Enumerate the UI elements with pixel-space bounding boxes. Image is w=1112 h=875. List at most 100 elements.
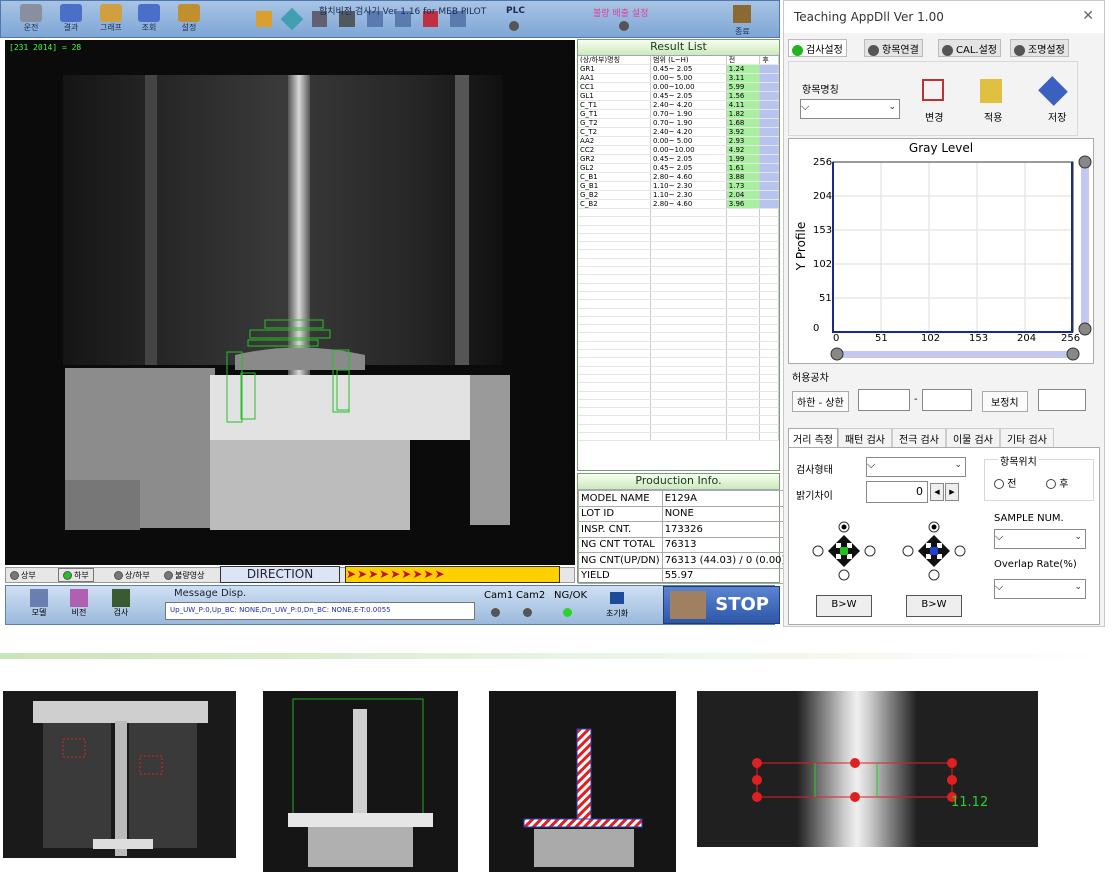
inspect-button[interactable]: 검사 [106, 589, 136, 618]
subtab-other[interactable]: 기타 검사 [999, 428, 1054, 449]
empty-cell [726, 332, 761, 342]
save-label[interactable]: 저장 [1048, 109, 1066, 124]
empty-cell [650, 366, 727, 375]
table-row[interactable]: GL2 0.45~ 2.05 1.61 [578, 163, 779, 173]
change-label[interactable]: 변경 [925, 109, 943, 124]
reset-label[interactable]: 초기화 [606, 608, 628, 619]
slider-right-handle[interactable] [1066, 347, 1080, 361]
vertical-slider-track[interactable] [1081, 164, 1089, 332]
run-icon [20, 4, 42, 22]
slider-bottom-handle[interactable] [1078, 322, 1092, 336]
ng-setting-label[interactable]: 불량 배출 설정 [593, 6, 648, 19]
vision-label: 비전 [71, 608, 87, 617]
cam2-label: Cam2 [516, 590, 546, 601]
tab-cal-settings[interactable]: CAL.설정 [938, 39, 1001, 57]
table-row[interactable]: G_T1 0.70~ 1.90 1.82 [578, 109, 779, 119]
table-row[interactable]: C_B1 2.80~ 4.60 3.88 [578, 172, 779, 182]
tab-item-link[interactable]: 항목연결 [864, 39, 923, 57]
table-row[interactable]: CC2 0.00~10.00 4.92 [578, 145, 779, 155]
table-row[interactable]: GL1 0.45~ 2.05 1.56 [578, 91, 779, 101]
slider-top-handle[interactable] [1078, 155, 1092, 169]
apply-icon[interactable] [980, 79, 1002, 103]
apply-label[interactable]: 적용 [984, 109, 1002, 124]
table-row[interactable]: C_T1 2.40~ 4.20 4.11 [578, 100, 779, 110]
chevron-down-icon: ⌄ [954, 460, 962, 470]
empty-cell [759, 266, 779, 276]
view-option-bottom[interactable]: 하부 [58, 568, 94, 582]
tab-label: 검사설정 [806, 45, 843, 56]
diamond-icon[interactable] [280, 7, 303, 31]
direction-pad-1[interactable] [812, 519, 876, 581]
folder-icon[interactable] [256, 11, 272, 27]
table-row[interactable]: GR2 0.45~ 2.05 1.99 [578, 154, 779, 164]
inspect-type-label: 검사형태 [796, 465, 833, 476]
search-button[interactable]: 조회 [129, 4, 169, 36]
range-cell: 2.40~ 4.20 [650, 127, 727, 137]
lower-limit-input[interactable] [858, 389, 910, 411]
direction-pad-2[interactable] [902, 519, 966, 581]
empty-row [578, 274, 779, 284]
increment-button[interactable]: ▶ [945, 483, 959, 501]
view-option-both[interactable]: 상/하부 [114, 570, 150, 581]
front-value-cell: 1.68 [726, 118, 761, 128]
production-value: 55.97 [661, 567, 789, 584]
exit-icon[interactable] [733, 5, 751, 23]
pos-front-radio[interactable]: 전 [994, 475, 1016, 490]
table-row[interactable]: C_T2 2.40~ 4.20 3.92 [578, 127, 779, 137]
reset-icon[interactable] [610, 592, 624, 604]
table-row[interactable]: AA2 0.00~ 5.00 2.93 [578, 136, 779, 146]
item-name-cell: G_B2 [578, 190, 652, 200]
item-name-select[interactable]: ⌄ [800, 99, 900, 119]
table-row[interactable]: G_T2 0.70~ 1.90 1.68 [578, 118, 779, 128]
subtab-foreign[interactable]: 이물 검사 [945, 428, 1000, 449]
upper-limit-input[interactable] [922, 389, 972, 411]
settings-button[interactable]: 설정 [169, 4, 209, 36]
direction-label: DIRECTION [220, 566, 340, 583]
run-button[interactable]: 운전 [11, 4, 51, 36]
vision-button[interactable]: 비전 [64, 589, 94, 618]
table-row[interactable]: GR1 0.45~ 2.05 1.24 [578, 64, 779, 74]
thumbnail-image [523, 728, 643, 867]
stop-button[interactable]: STOP [663, 586, 780, 624]
empty-cell [578, 332, 652, 342]
change-icon[interactable] [922, 79, 944, 101]
table-row[interactable]: C_B2 2.80~ 4.60 3.96 [578, 199, 779, 209]
table-row[interactable]: CC1 0.00~10.00 5.99 [578, 82, 779, 92]
empty-row [578, 332, 779, 342]
table-row[interactable]: G_B2 1.10~ 2.30 2.04 [578, 190, 779, 200]
pos-back-radio[interactable]: 후 [1046, 475, 1068, 490]
brightness-input[interactable]: 0 [866, 481, 928, 503]
table-row[interactable]: G_B1 1.10~ 2.30 1.73 [578, 181, 779, 191]
tab-inspect-settings[interactable]: 검사설정 [788, 39, 847, 57]
empty-cell [726, 324, 761, 334]
result-button[interactable]: 결과 [51, 4, 91, 36]
tab-light-settings[interactable]: 조명설정 [1010, 39, 1069, 57]
model-button[interactable]: 모델 [24, 589, 54, 618]
back-value-cell [759, 199, 779, 209]
slider-left-handle[interactable] [830, 347, 844, 361]
decrement-button[interactable]: ◀ [930, 483, 944, 501]
bw-button-1[interactable]: B>W [816, 595, 872, 617]
camera-view[interactable]: [231 2014] = 28 [5, 40, 575, 565]
exit-label[interactable]: 종료 [735, 26, 750, 37]
graph-button[interactable]: 그래프 [91, 4, 131, 36]
empty-cell [726, 415, 761, 425]
production-value: 76313 (44.03) / 0 (0.00) [661, 552, 789, 569]
empty-cell [726, 266, 761, 276]
horizontal-slider-track[interactable] [837, 351, 1073, 358]
close-icon[interactable]: ✕ [1082, 8, 1094, 24]
view-option-top[interactable]: 상부 [10, 570, 36, 581]
sample-num-select[interactable]: ⌄ [994, 529, 1086, 549]
overlap-select[interactable]: ⌄ [994, 579, 1086, 599]
table-row[interactable]: AA1 0.00~ 5.00 3.11 [578, 73, 779, 83]
subtab-distance[interactable]: 거리 측정 [788, 428, 838, 449]
view-option-defect[interactable]: 불량영상 [164, 570, 204, 581]
brightness-label: 밝기차이 [796, 491, 833, 502]
correction-input[interactable] [1038, 389, 1086, 411]
subtab-electrode[interactable]: 전극 검사 [891, 428, 946, 449]
x-tick: 0 [833, 333, 840, 344]
bw-button-2[interactable]: B>W [906, 595, 962, 617]
subtab-pattern[interactable]: 패턴 검사 [837, 428, 892, 449]
range-cell: 2.80~ 4.60 [650, 199, 727, 209]
inspect-type-select[interactable]: ⌄ [866, 457, 966, 477]
